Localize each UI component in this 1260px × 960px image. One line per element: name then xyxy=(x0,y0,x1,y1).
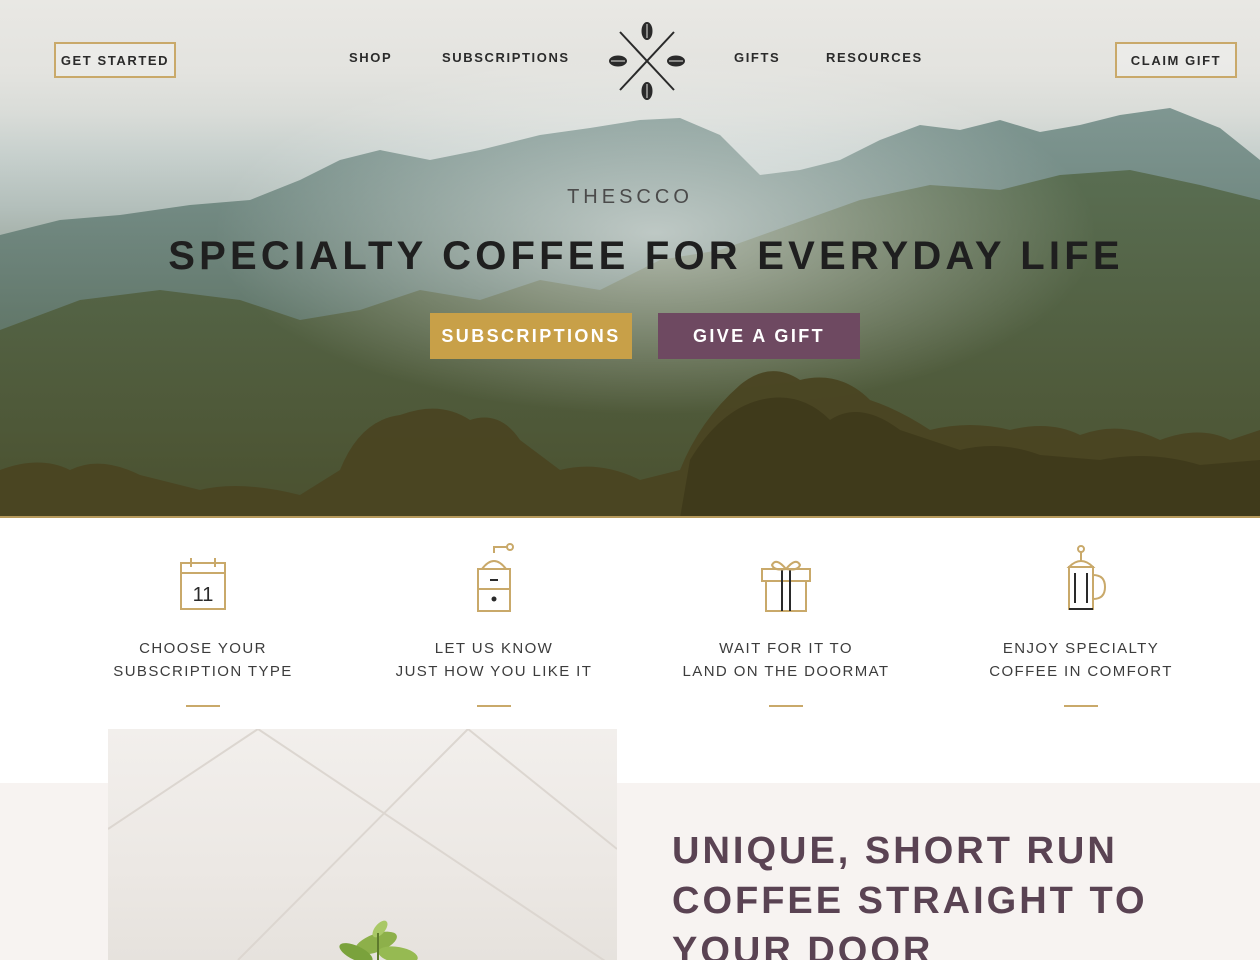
coffee-grinder-icon xyxy=(477,543,514,612)
step-choose-subscription: 11 CHOOSE YOUR SUBSCRIPTION TYPE xyxy=(73,543,333,707)
step-label-line1: ENJOY SPECIALTY xyxy=(1002,640,1160,657)
gift-box-icon xyxy=(761,560,811,612)
calendar-icon: 11 xyxy=(180,558,226,610)
step-label-line2: SUBSCRIPTION TYPE xyxy=(113,663,293,680)
feature-headline-line2: COFFEE STRAIGHT TO xyxy=(672,880,1148,922)
nav-link-gifts[interactable]: GIFTS xyxy=(734,50,780,65)
step-preferences: LET US KNOW JUST HOW YOU LIKE IT xyxy=(364,543,624,707)
hero-divider-line xyxy=(0,516,1260,518)
step-label-line1: LET US KNOW xyxy=(434,640,554,657)
get-started-button[interactable]: GET STARTED xyxy=(54,42,176,78)
step-label: LET US KNOW JUST HOW YOU LIKE IT xyxy=(364,637,624,683)
step-label-line2: LAND ON THE DOORMAT xyxy=(682,663,890,680)
step-delivery: WAIT FOR IT TO LAND ON THE DOORMAT xyxy=(656,543,916,707)
step-label: ENJOY SPECIALTY COFFEE IN COMFORT xyxy=(951,637,1211,683)
step-label: WAIT FOR IT TO LAND ON THE DOORMAT xyxy=(656,637,916,683)
hero-headline: SPECIALTY COFFEE FOR EVERYDAY LIFE xyxy=(168,234,1124,278)
nav-link-resources[interactable]: RESOURCES xyxy=(826,50,923,65)
step-label-line1: WAIT FOR IT TO xyxy=(719,640,853,657)
step-enjoy: ENJOY SPECIALTY COFFEE IN COMFORT xyxy=(951,543,1211,707)
nav-link-subscriptions[interactable]: SUBSCRIPTIONS xyxy=(442,50,570,65)
claim-gift-button[interactable]: CLAIM GIFT xyxy=(1115,42,1237,78)
coffee-plant-image xyxy=(108,729,617,960)
step-divider xyxy=(186,705,220,707)
subscriptions-cta-button[interactable]: SUBSCRIPTIONS xyxy=(430,313,632,359)
step-label: CHOOSE YOUR SUBSCRIPTION TYPE xyxy=(73,637,333,683)
brand-name: THESCCO xyxy=(567,186,693,208)
french-press-icon xyxy=(1066,545,1107,610)
step-label-line1: CHOOSE YOUR xyxy=(139,640,267,657)
calendar-day-number: 11 xyxy=(193,584,214,606)
hero-section: GET STARTED SHOP SUBSCRIPTIONS GIFTS RES… xyxy=(0,0,1260,518)
step-label-line2: JUST HOW YOU LIKE IT xyxy=(395,663,593,680)
feature-headline-line3: YOUR DOOR xyxy=(672,930,934,960)
nav-link-shop[interactable]: SHOP xyxy=(349,50,392,65)
coffee-plant-photo xyxy=(108,729,617,960)
feature-headline-line1: UNIQUE, SHORT RUN xyxy=(672,830,1118,872)
give-a-gift-button[interactable]: GIVE A GIFT xyxy=(658,313,860,359)
step-divider xyxy=(477,705,511,707)
step-divider xyxy=(1064,705,1098,707)
crossed-coffee-beans-logo-icon[interactable] xyxy=(606,20,688,100)
step-label-line2: COFFEE IN COMFORT xyxy=(989,663,1173,680)
feature-headline: UNIQUE, SHORT RUN COFFEE STRAIGHT TO YOU… xyxy=(672,826,1232,960)
step-divider xyxy=(769,705,803,707)
